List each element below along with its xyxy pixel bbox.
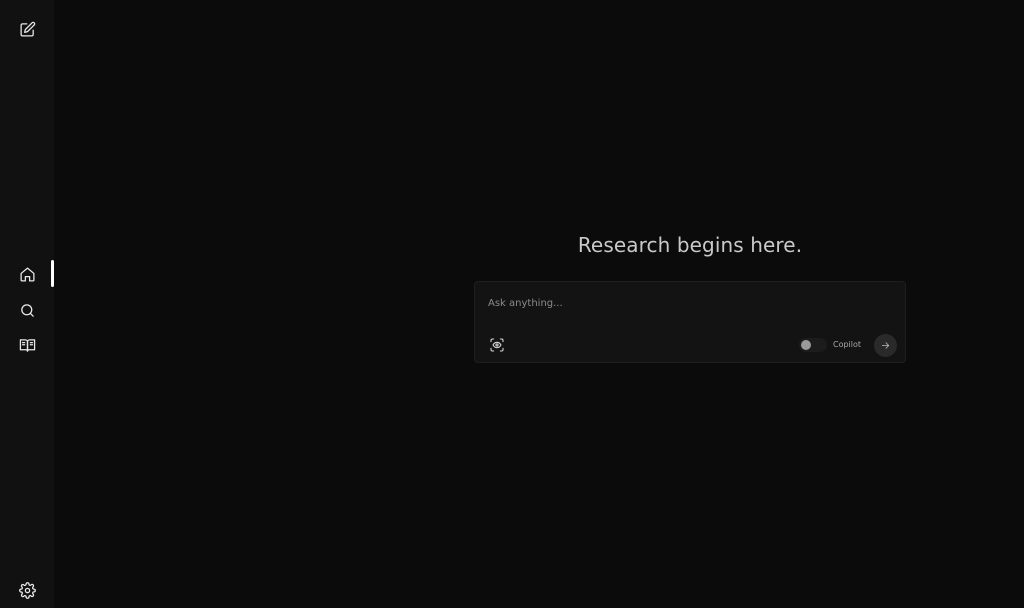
sidebar-item-home[interactable] xyxy=(17,264,37,284)
new-thread-button[interactable] xyxy=(17,19,37,39)
page-title: Research begins here. xyxy=(577,233,803,257)
focus-eye-icon xyxy=(490,338,504,352)
copilot-label: Copilot xyxy=(833,340,862,349)
home-icon xyxy=(19,266,35,282)
sidebar-item-discover[interactable] xyxy=(17,300,37,320)
sidebar xyxy=(0,0,54,608)
focus-button[interactable] xyxy=(488,336,506,354)
main-content: Research begins here. Copilot xyxy=(54,0,1024,608)
app-window: Research begins here. Copilot xyxy=(0,0,1024,608)
sidebar-item-library[interactable] xyxy=(17,335,37,355)
toggle-knob xyxy=(801,340,811,350)
send-button[interactable] xyxy=(874,334,897,357)
arrow-right-icon xyxy=(881,342,890,349)
book-open-icon xyxy=(19,338,35,352)
gear-icon xyxy=(18,581,36,599)
edit-icon xyxy=(19,21,35,37)
ask-input[interactable] xyxy=(488,294,888,312)
search-icon xyxy=(20,303,34,317)
settings-button[interactable] xyxy=(17,580,37,600)
composer: Copilot xyxy=(474,281,906,363)
copilot-toggle[interactable] xyxy=(799,338,827,352)
